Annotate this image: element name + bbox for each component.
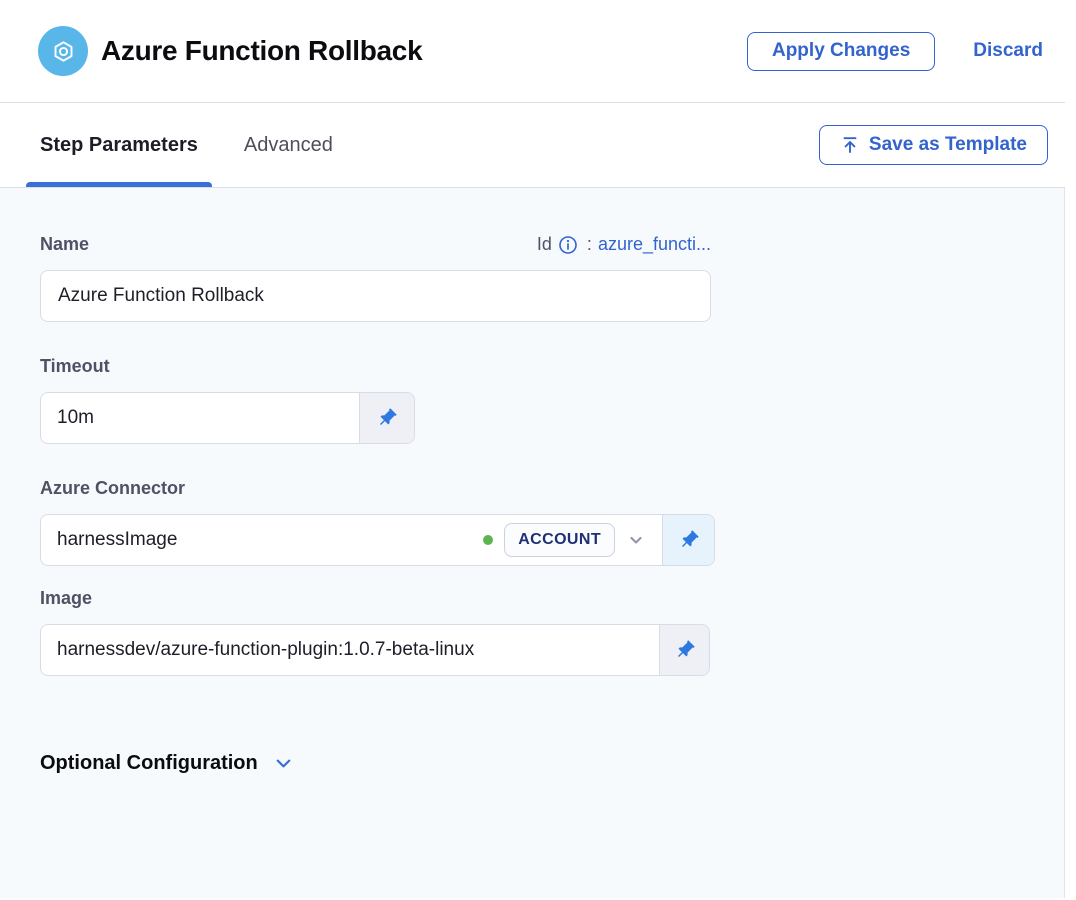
pushpin-icon (376, 407, 398, 429)
pushpin-icon (678, 529, 700, 551)
upload-icon (840, 135, 860, 155)
tab-advanced[interactable]: Advanced (244, 103, 333, 187)
tab-step-parameters-label: Step Parameters (40, 134, 198, 157)
tab-step-parameters[interactable]: Step Parameters (40, 103, 198, 187)
optional-configuration-toggle[interactable]: Optional Configuration (40, 752, 1064, 775)
image-pin-button[interactable] (659, 625, 709, 675)
chevron-down-icon[interactable] (626, 530, 646, 550)
name-label: Name (40, 234, 89, 255)
page-title: Azure Function Rollback (101, 35, 422, 67)
azure-connector-select-field[interactable]: harnessImage ACCOUNT (41, 515, 662, 565)
tab-bar: Step Parameters Advanced Save as Templat… (0, 103, 1065, 188)
timeout-field (41, 393, 359, 443)
step-id-row: Id : azure_functi... (537, 234, 711, 255)
image-input[interactable] (57, 639, 643, 661)
image-label: Image (40, 588, 1064, 609)
azure-connector-label: Azure Connector (40, 478, 1064, 499)
id-label: Id (537, 234, 552, 255)
discard-link[interactable]: Discard (973, 40, 1043, 62)
pushpin-icon (674, 639, 696, 661)
name-label-row: Name Id : azure_functi... (40, 234, 711, 255)
tab-advanced-label: Advanced (244, 134, 333, 157)
azure-connector-value: harnessImage (57, 529, 177, 551)
step-parameters-form: Name Id : azure_functi... Timeout (0, 188, 1065, 898)
image-field (41, 625, 659, 675)
azure-function-step-icon (38, 26, 88, 76)
timeout-label: Timeout (40, 356, 1064, 377)
timeout-input-group (40, 392, 415, 444)
apply-changes-label: Apply Changes (772, 40, 910, 62)
timeout-pin-button[interactable] (359, 393, 414, 443)
chevron-down-icon (272, 752, 295, 775)
id-separator: : (587, 234, 592, 255)
info-icon[interactable] (558, 235, 578, 255)
connector-right-controls: ACCOUNT (483, 523, 646, 557)
connector-scope-badge: ACCOUNT (504, 523, 615, 557)
image-input-group (40, 624, 710, 676)
azure-connector-input-group: harnessImage ACCOUNT (40, 514, 715, 566)
save-as-template-label: Save as Template (869, 134, 1027, 156)
step-id-value[interactable]: azure_functi... (598, 234, 711, 255)
apply-changes-button[interactable]: Apply Changes (747, 32, 935, 71)
header: Azure Function Rollback Apply Changes Di… (0, 0, 1065, 103)
optional-configuration-title: Optional Configuration (40, 752, 258, 775)
save-as-template-button[interactable]: Save as Template (819, 125, 1048, 165)
connector-status-dot (483, 535, 493, 545)
step-config-panel: Azure Function Rollback Apply Changes Di… (0, 0, 1065, 900)
timeout-input[interactable] (57, 407, 343, 429)
azure-connector-pin-button[interactable] (662, 515, 714, 565)
name-input[interactable] (40, 270, 711, 322)
header-actions: Apply Changes Discard (747, 32, 1043, 71)
